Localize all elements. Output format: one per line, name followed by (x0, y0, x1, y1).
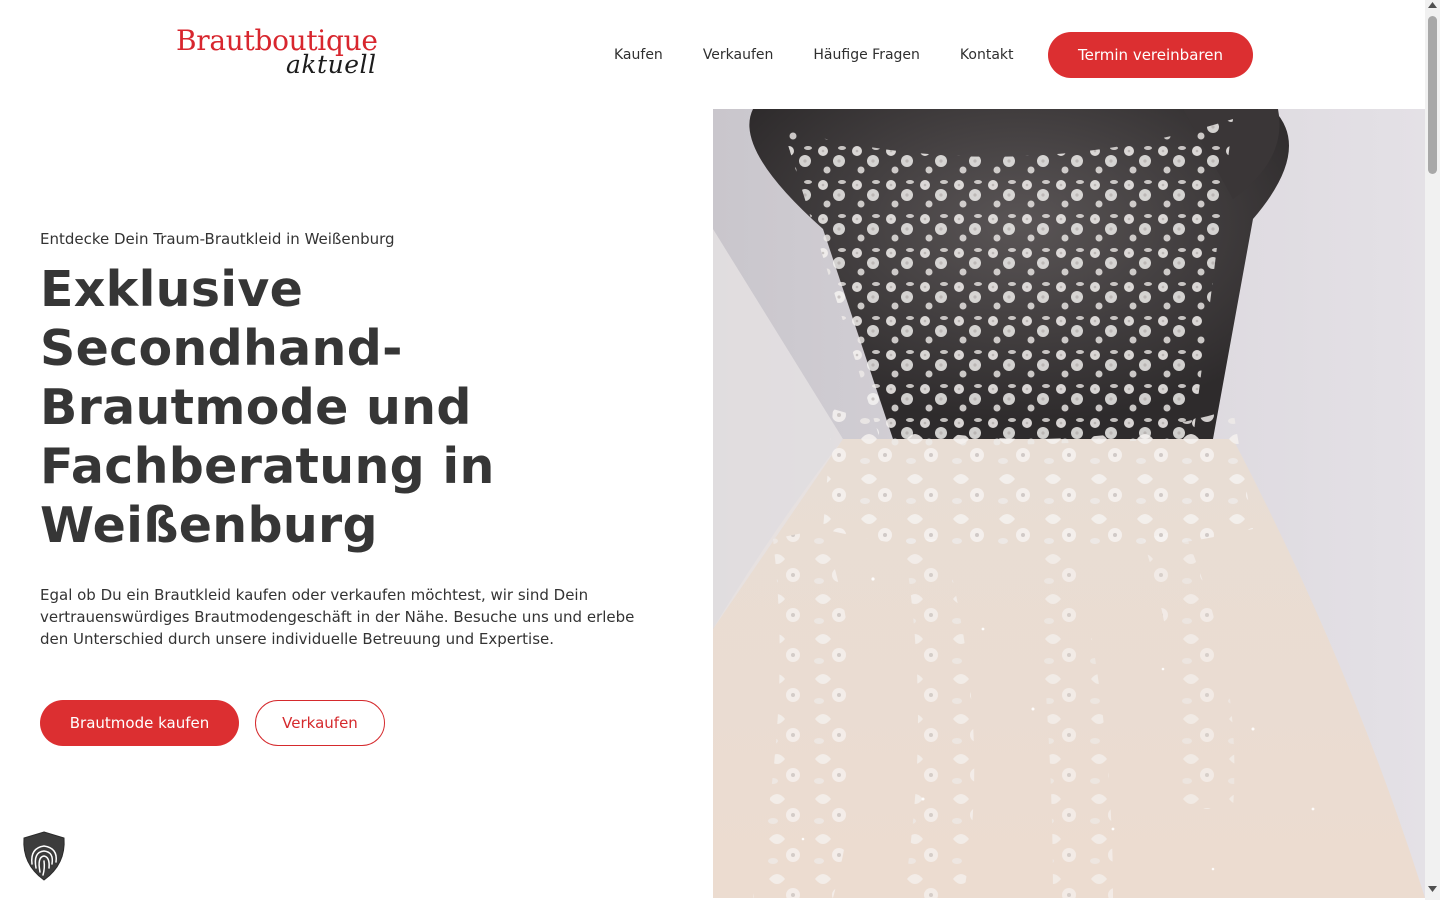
scroll-up-icon[interactable] (1425, 2, 1440, 14)
main-navigation: Kaufen Verkaufen Häufige Fragen Kontakt (600, 32, 1034, 78)
scroll-down-icon[interactable] (1425, 886, 1440, 898)
hero-title: Exklusive Secondhand-Brautmode und Fachb… (40, 261, 495, 554)
buy-bridal-wear-button[interactable]: Brautmode kaufen (40, 700, 239, 746)
book-appointment-button[interactable]: Termin vereinbaren (1048, 32, 1253, 78)
scrollbar-thumb[interactable] (1428, 16, 1437, 174)
wedding-dress-image (713, 109, 1425, 898)
nav-item-kaufen[interactable]: Kaufen (614, 47, 663, 63)
nav-item-verkaufen[interactable]: Verkaufen (703, 47, 774, 63)
brand-logo[interactable]: Brautboutique aktuell (176, 24, 386, 80)
fingerprint-shield-icon[interactable] (20, 830, 68, 882)
page-scrollbar[interactable] (1425, 0, 1440, 900)
nav-item-kontakt[interactable]: Kontakt (960, 47, 1014, 63)
sell-button[interactable]: Verkaufen (255, 700, 385, 746)
hero-description: Egal ob Du ein Brautkleid kaufen oder ve… (40, 586, 635, 648)
hero-eyebrow: Entdecke Dein Traum-Brautkleid in Weißen… (40, 230, 395, 248)
logo-subtitle: aktuell (286, 50, 377, 79)
nav-item-faq[interactable]: Häufige Fragen (813, 47, 920, 63)
